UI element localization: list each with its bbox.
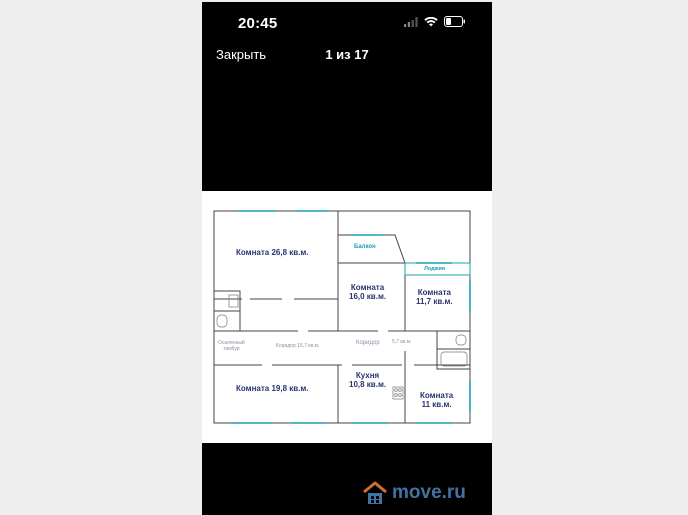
house-logo-icon — [363, 481, 387, 504]
photo-counter: 1 из 17 — [325, 47, 369, 62]
loggia-label: Лоджия — [424, 266, 446, 272]
room-label-6: Комната 11 кв.м. — [420, 391, 454, 410]
battery-icon — [444, 16, 465, 27]
room-label-1: Комната 26,8 кв.м. — [236, 248, 309, 257]
corridor-label-1: Коридор 15,7 кв.м. — [276, 343, 320, 349]
room-label-3: Комната 11,7 кв.м. — [416, 288, 453, 307]
status-time: 20:45 — [238, 15, 278, 32]
wifi-icon — [424, 16, 438, 26]
floor-plan-image[interactable]: Комната 26,8 кв.м. Комната 16,0 кв.м. Ко… — [202, 191, 492, 443]
vestibule-label: Осаленный тамбур — [218, 340, 245, 352]
room-label-4: Комната 19,8 кв.м. — [236, 384, 309, 393]
signal-icon — [404, 16, 418, 27]
status-bar: 20:45 — [202, 2, 492, 42]
balcony-label: Балкон — [354, 244, 376, 250]
corridor-label-2: Коридор — [356, 340, 380, 346]
status-icons — [404, 16, 466, 27]
watermark: move.ru — [362, 480, 466, 506]
kitchen-label: Кухня 10,8 кв.м. — [349, 371, 387, 390]
phone-screen: 20:45 Закрыть 1 из 17 Комната 26,8 кв.м.… — [202, 2, 492, 515]
corridor-area-2: 5,7 кв.м. — [392, 339, 412, 345]
watermark-text: move.ru — [392, 482, 466, 503]
viewer-nav: Закрыть 1 из 17 — [202, 42, 492, 72]
room-label-2: Комната 16,0 кв.м. — [349, 283, 387, 302]
